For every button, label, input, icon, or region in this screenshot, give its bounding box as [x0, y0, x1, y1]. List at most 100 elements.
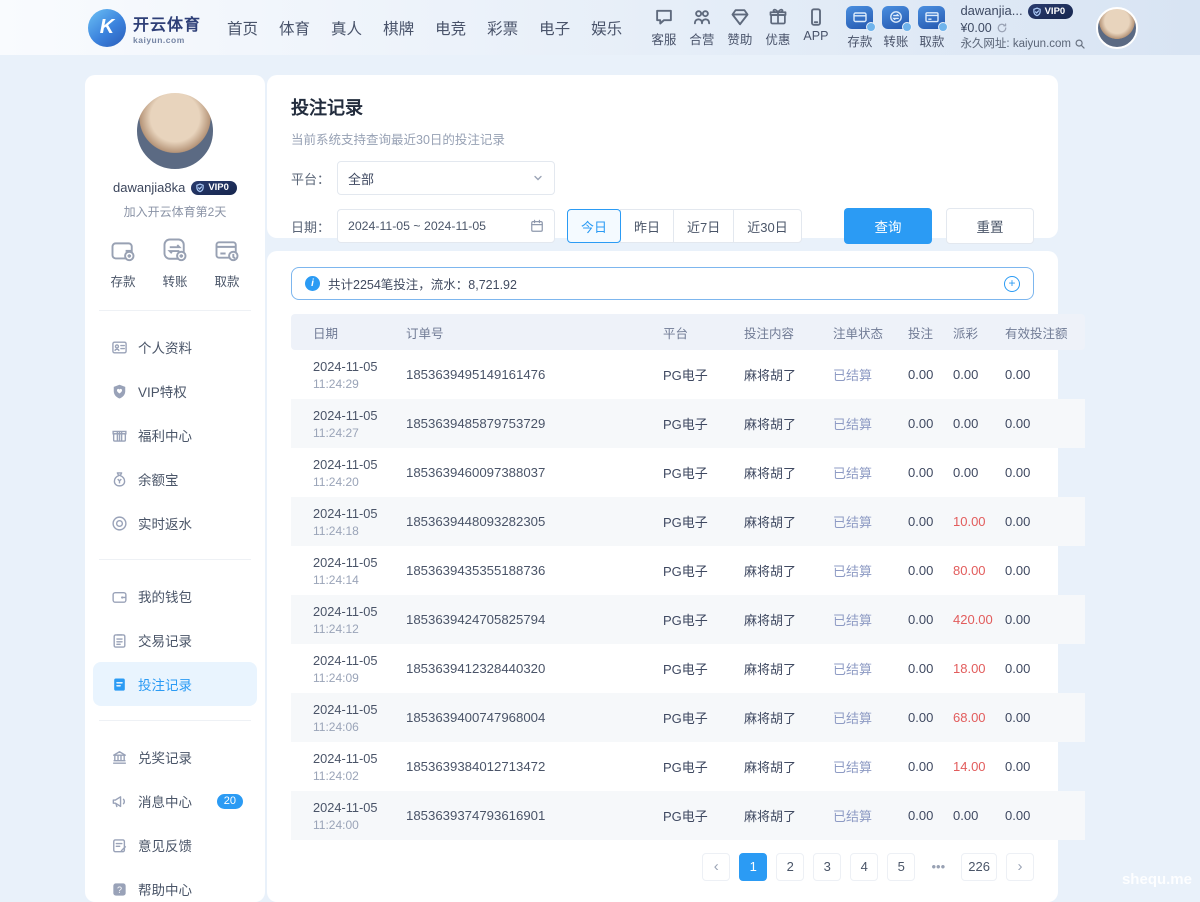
nav-link[interactable]: 电竞 [435, 17, 466, 39]
cell-valid-amount: 0.00 [995, 546, 1085, 595]
platform-select[interactable]: 全部 [337, 161, 555, 195]
sponsor-button[interactable]: 赞助 [727, 7, 752, 48]
page-button[interactable]: 2 [776, 853, 804, 881]
permanent-url: 永久网址: kaiyun.com [960, 37, 1071, 51]
query-button[interactable]: 查询 [844, 208, 932, 244]
transfer-button[interactable]: 转账 [161, 236, 189, 290]
plus-circle-icon[interactable]: + [1004, 276, 1020, 292]
date-quick-ranges: 今日 昨日 近7日 近30日 [567, 209, 802, 243]
page-title: 投注记录 [291, 94, 1034, 120]
wallet-actions: 存款 转账 取款 [846, 6, 945, 50]
sidebar-item-welfare[interactable]: 福利中心 [93, 413, 257, 457]
withdraw-icon [918, 6, 945, 29]
cell-status: 已结算 [823, 693, 898, 742]
cell-bet-amount: 0.00 [898, 644, 943, 693]
sidebar-item-rebate[interactable]: 实时返水 [93, 501, 257, 545]
cell-bet-content: 麻将胡了 [734, 595, 823, 644]
deposit-button[interactable]: 存款 [846, 6, 873, 50]
cell-date: 2024-11-05 11:24:09 [291, 644, 396, 693]
refresh-icon[interactable] [996, 22, 1008, 34]
table-row: 2024-11-05 11:24:29 1853639495149161476 … [291, 350, 1085, 399]
deposit-button[interactable]: 存款 [109, 236, 137, 290]
site-logo[interactable]: K 开云体育 kaiyun.com [88, 9, 201, 47]
nav-link[interactable]: 真人 [331, 17, 362, 39]
page-button[interactable]: ••• [924, 853, 952, 881]
sidebar-item-yuebao[interactable]: 余额宝 [93, 457, 257, 501]
coin-icon [111, 515, 128, 532]
megaphone-icon [111, 793, 128, 810]
nav-link[interactable]: 体育 [279, 17, 310, 39]
sidebar-quick-actions: 存款 转账 取款 [85, 220, 265, 304]
date-range-button[interactable]: 昨日 [620, 209, 674, 243]
date-range-input[interactable]: 2024-11-05 ~ 2024-11-05 [337, 209, 555, 243]
partners-icon [692, 7, 712, 27]
cell-order-no: 1853639412328440320 [396, 644, 653, 693]
cell-date: 2024-11-05 11:24:06 [291, 693, 396, 742]
page-button[interactable]: 3 [813, 853, 841, 881]
cell-order-no: 1853639424705825794 [396, 595, 653, 644]
sidebar-item-feedback[interactable]: 意见反馈 [93, 823, 257, 867]
cell-payout: 0.00 [943, 399, 995, 448]
sidebar-item-transactions[interactable]: 交易记录 [93, 618, 257, 662]
next-page-button[interactable]: › [1006, 853, 1034, 881]
table-row: 2024-11-05 11:24:00 1853639374793616901 … [291, 791, 1085, 840]
partner-button[interactable]: 合营 [689, 7, 714, 48]
user-info[interactable]: dawanjia... VIP0 ¥0.00 永久网址: kaiyun.com [960, 3, 1086, 51]
page-button[interactable]: 226 [961, 853, 997, 881]
transfer-button[interactable]: 转账 [882, 6, 909, 50]
feedback-icon [111, 837, 128, 854]
nav-link[interactable]: 首页 [227, 17, 258, 39]
table-row: 2024-11-05 11:24:12 1853639424705825794 … [291, 595, 1085, 644]
nav-link[interactable]: 电子 [539, 17, 570, 39]
transfer-icon [882, 6, 909, 29]
page-button[interactable]: 1 [739, 853, 767, 881]
sidebar-item-messages[interactable]: 消息中心 20 [93, 779, 257, 823]
shield-check-icon [1032, 7, 1042, 17]
nav-link[interactable]: 棋牌 [383, 17, 414, 39]
search-icon[interactable] [1074, 38, 1086, 50]
sidebar-item-vip[interactable]: VIP特权 [93, 369, 257, 413]
gift-icon [111, 427, 128, 444]
bank-icon [111, 749, 128, 766]
gift-icon [768, 7, 788, 27]
customer-service-button[interactable]: 客服 [651, 7, 676, 48]
date-range-button[interactable]: 今日 [567, 209, 621, 243]
cell-bet-content: 麻将胡了 [734, 644, 823, 693]
cell-platform: PG电子 [653, 546, 734, 595]
date-range-button[interactable]: 近7日 [673, 209, 734, 243]
filter-panel: 投注记录 当前系统支持查询最近30日的投注记录 平台： 全部 日期： 2024-… [267, 75, 1058, 238]
id-card-icon [111, 339, 128, 356]
cell-payout: 0.00 [943, 448, 995, 497]
sidebar-item-wallet[interactable]: 我的钱包 [93, 574, 257, 618]
cell-valid-amount: 0.00 [995, 350, 1085, 399]
promo-button[interactable]: 优惠 [765, 7, 790, 48]
top-navigation: K 开云体育 kaiyun.com 首页 体育 真人 棋牌 电竞 彩票 电子 娱… [0, 0, 1200, 55]
avatar[interactable] [135, 91, 215, 171]
reset-button[interactable]: 重置 [946, 208, 1034, 244]
table-row: 2024-11-05 11:24:27 1853639485879753729 … [291, 399, 1085, 448]
sidebar-item-bets[interactable]: 投注记录 [93, 662, 257, 706]
cell-valid-amount: 0.00 [995, 595, 1085, 644]
page-button[interactable]: 5 [887, 853, 915, 881]
prev-page-button[interactable]: ‹ [702, 853, 730, 881]
sidebar-item-prize[interactable]: 兑奖记录 [93, 735, 257, 779]
nav-link[interactable]: 娱乐 [591, 17, 622, 39]
cell-status: 已结算 [823, 497, 898, 546]
app-download-button[interactable]: APP [803, 7, 828, 48]
sidebar-item-help[interactable]: ? 帮助中心 [93, 867, 257, 902]
cell-platform: PG电子 [653, 448, 734, 497]
cell-bet-amount: 0.00 [898, 595, 943, 644]
column-header: 订单号 [396, 314, 653, 350]
cell-valid-amount: 0.00 [995, 497, 1085, 546]
divider [99, 720, 251, 721]
avatar[interactable] [1096, 7, 1138, 49]
page-button[interactable]: 4 [850, 853, 878, 881]
nav-link[interactable]: 彩票 [487, 17, 518, 39]
withdraw-button[interactable]: 取款 [918, 6, 945, 50]
sidebar-item-profile[interactable]: 个人资料 [93, 325, 257, 369]
cell-order-no: 1853639485879753729 [396, 399, 653, 448]
table-row: 2024-11-05 11:24:20 1853639460097388037 … [291, 448, 1085, 497]
date-range-button[interactable]: 近30日 [733, 209, 801, 243]
cell-bet-amount: 0.00 [898, 742, 943, 791]
withdraw-button[interactable]: 取款 [213, 236, 241, 290]
